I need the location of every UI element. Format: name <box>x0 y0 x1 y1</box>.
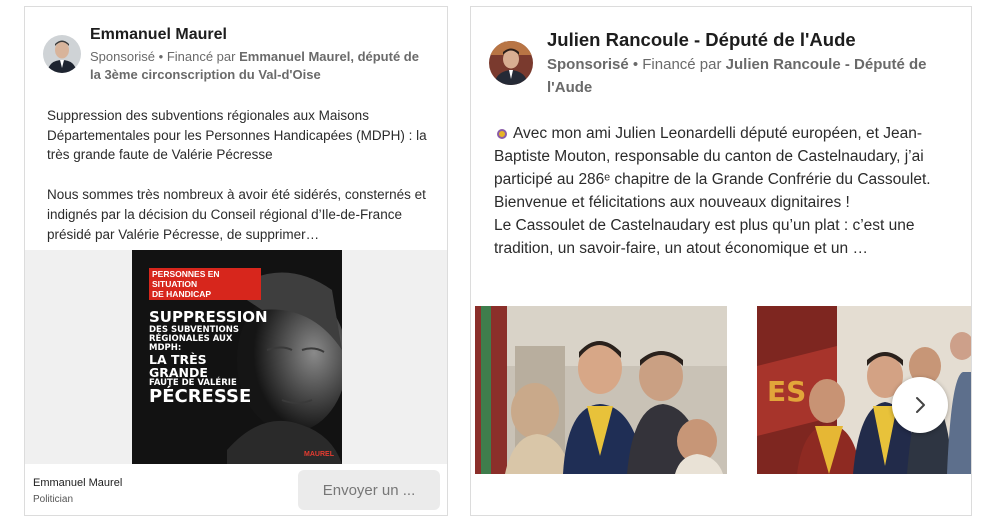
advertiser-avatar[interactable] <box>489 41 533 85</box>
body-paragraph: Le Cassoulet de Castelnaudary est plus q… <box>494 216 915 257</box>
poster-title-line: RÉGIONALES AUX MDPH: <box>149 333 233 353</box>
portrait-image <box>489 41 533 85</box>
poster-title-line: PÉCRESSE <box>149 385 252 407</box>
poster-title-line: SUPPRESSION <box>149 308 268 326</box>
body-paragraph-text: Avec mon ami Julien Leonardelli député e… <box>494 125 931 211</box>
poster-title-line: LA TRÈS GRANDE <box>149 351 208 380</box>
sponsored-label: Sponsorisé <box>547 56 629 73</box>
poster-tag-line: PERSONNES EN SITUATION <box>152 269 220 289</box>
poster-tag: PERSONNES EN SITUATION DE HANDICAP <box>149 268 261 300</box>
advertiser-name[interactable]: Emmanuel Maurel <box>90 26 227 44</box>
poster-tag-line: DE HANDICAP <box>152 289 212 299</box>
ad-card-emmanuel-maurel: Emmanuel Maurel Sponsorisé • Financé par… <box>24 6 448 516</box>
funded-prefix: • Financé par <box>628 56 726 73</box>
funded-prefix: • Financé par <box>155 49 240 64</box>
body-paragraph: Suppression des subventions régionales a… <box>47 108 427 163</box>
ad-body-text: Avec mon ami Julien Leonardelli député e… <box>494 123 954 261</box>
portrait-image <box>43 35 81 73</box>
poster-logo: MAUREL <box>304 451 334 458</box>
carousel-next-button[interactable] <box>892 377 948 433</box>
ad-media[interactable]: PERSONNES EN SITUATION DE HANDICAP SUPPR… <box>25 250 447 464</box>
body-paragraph: Avec mon ami Julien Leonardelli député e… <box>494 123 954 215</box>
sponsored-line: Sponsorisé • Financé par Julien Rancoule… <box>547 54 957 99</box>
advertiser-name[interactable]: Julien Rancoule - Député de l'Aude <box>547 29 856 51</box>
event-photo <box>475 306 727 474</box>
svg-text:ES: ES <box>767 375 806 408</box>
carousel-photo[interactable] <box>475 306 727 474</box>
ad-poster-image: PERSONNES EN SITUATION DE HANDICAP SUPPR… <box>132 250 342 464</box>
poster-title: SUPPRESSION DES SUBVENTIONS RÉGIONALES A… <box>149 308 268 407</box>
ad-footer: Emmanuel Maurel Politician Envoyer un ..… <box>25 464 447 515</box>
medal-icon <box>497 129 507 139</box>
ad-card-julien-rancoule: Julien Rancoule - Député de l'Aude Spons… <box>470 6 972 516</box>
sponsored-line: Sponsorisé • Financé par Emmanuel Maurel… <box>90 48 430 85</box>
advertiser-avatar[interactable] <box>43 35 81 73</box>
body-paragraph: Nous sommes très nombreux à avoir été si… <box>47 187 426 242</box>
footer-page-name[interactable]: Emmanuel Maurel <box>33 477 122 489</box>
ad-body-text: Suppression des subventions régionales a… <box>47 106 433 264</box>
footer-page-category: Politician <box>33 494 74 505</box>
sponsored-label: Sponsorisé <box>90 49 156 64</box>
send-message-button[interactable]: Envoyer un ... <box>298 470 440 510</box>
chevron-right-icon <box>916 397 925 413</box>
